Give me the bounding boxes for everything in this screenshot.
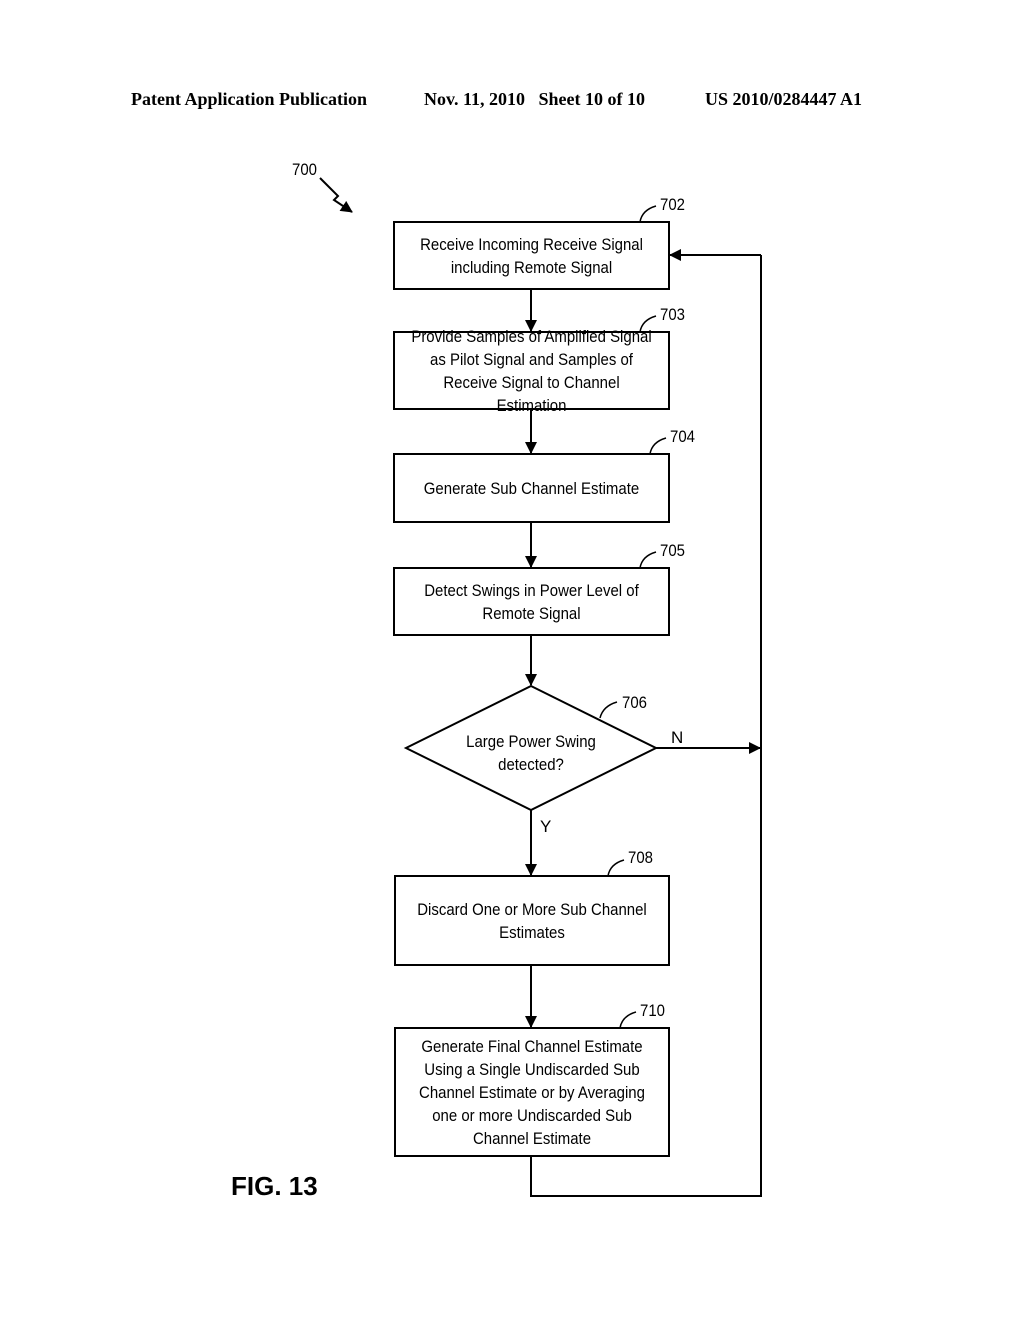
ref-702: 702 xyxy=(660,195,685,214)
step-708-text: Discard One or More Sub Channel Estimate… xyxy=(417,899,647,942)
ref-705: 705 xyxy=(660,541,685,560)
ref-703: 703 xyxy=(660,305,685,324)
ref-708: 708 xyxy=(628,848,653,867)
no-label: N xyxy=(671,728,684,747)
step-710-text: Generate Final Channel Estimate Using a … xyxy=(419,1036,645,1148)
leader-706 xyxy=(599,701,618,719)
step-704-text: Generate Sub Channel Estimate xyxy=(423,478,640,498)
figure-ref: 700 xyxy=(292,160,317,179)
yes-label: Y xyxy=(540,817,552,836)
figure-label: FIG. 13 xyxy=(231,1171,318,1201)
leader-704 xyxy=(649,437,667,455)
ref-710: 710 xyxy=(640,1001,665,1020)
step-702-text: Receive Incoming Receive Signal includin… xyxy=(420,234,643,277)
leader-702 xyxy=(639,205,657,223)
ref-704: 704 xyxy=(670,427,695,446)
leader-708 xyxy=(607,859,625,877)
step-703-text: Provide Samples of Amplified Signal as P… xyxy=(411,326,652,415)
ref-706: 706 xyxy=(622,693,647,712)
step-706-text: Large Power Swing detected? xyxy=(466,732,596,774)
step-705-text: Detect Swings in Power Level of Remote S… xyxy=(424,580,639,623)
leader-710 xyxy=(619,1011,637,1029)
leader-705 xyxy=(639,551,657,569)
figure-ref-arrow xyxy=(319,177,353,213)
